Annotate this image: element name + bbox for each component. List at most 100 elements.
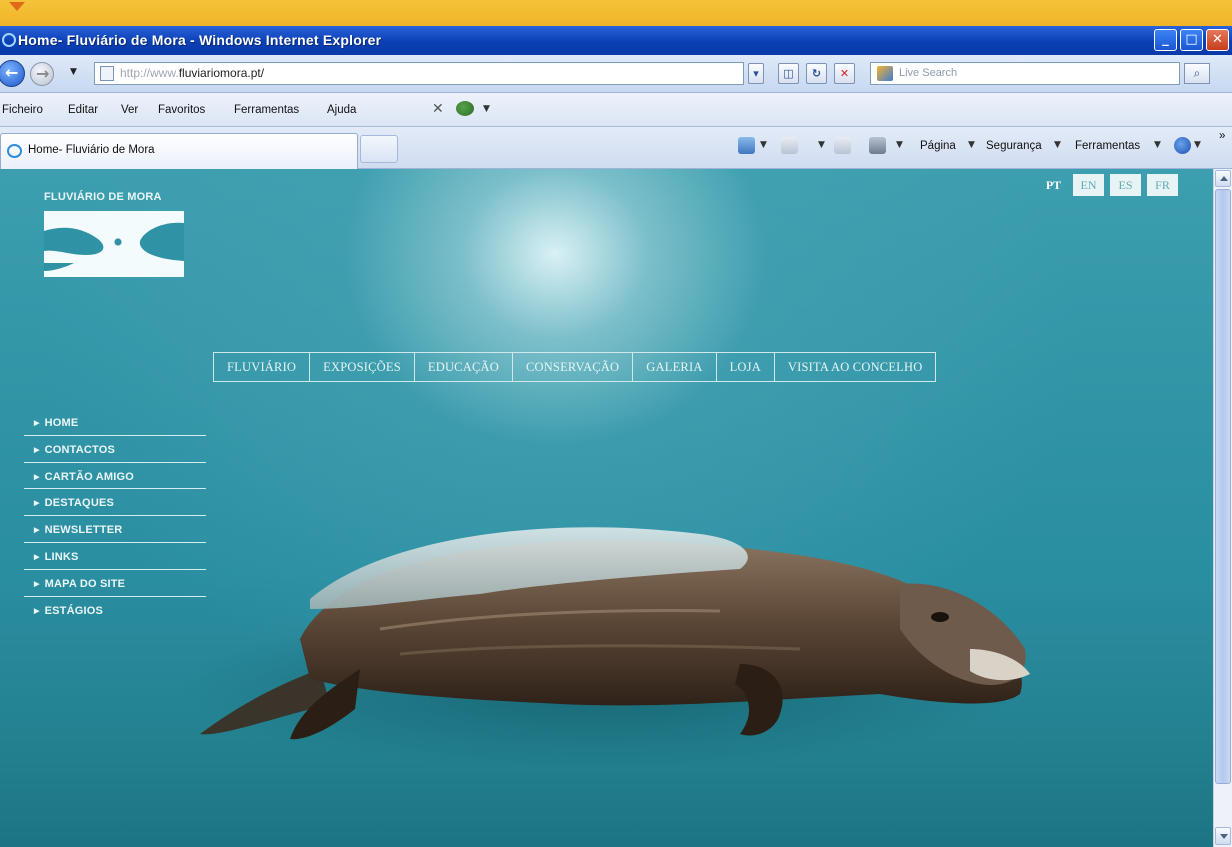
print-icon[interactable] [869, 137, 886, 154]
security-dropdown-icon[interactable]: ▼ [1054, 140, 1061, 150]
scroll-up-button[interactable] [1215, 170, 1231, 187]
side-item-label: CONTACTOS [44, 443, 116, 456]
history-dropdown-icon[interactable]: ▼ [70, 67, 77, 77]
forward-button[interactable]: → [30, 62, 54, 86]
scroll-thumb[interactable] [1215, 189, 1231, 784]
help-dropdown-icon[interactable]: ▼ [1194, 140, 1201, 150]
close-button[interactable]: ✕ [1206, 29, 1229, 51]
minimize-button[interactable]: _ [1154, 29, 1177, 51]
addon-dropdown-icon[interactable]: ▼ [483, 104, 490, 114]
vertical-scrollbar[interactable] [1213, 169, 1232, 847]
back-button[interactable]: ← [0, 60, 25, 87]
fish-otter-logo-icon[interactable] [44, 211, 184, 277]
mail-icon[interactable] [834, 137, 851, 154]
side-item-mapa-do-site[interactable]: ▶ MAPA DO SITE [24, 570, 206, 597]
nav-educacao[interactable]: EDUCAÇÃO [415, 353, 513, 381]
bullet-icon: ▶ [34, 607, 40, 615]
side-item-label: ESTÁGIOS [44, 604, 104, 617]
side-item-label: LINKS [44, 550, 79, 563]
side-item-home[interactable]: ▶ HOME [24, 409, 206, 436]
more-commands-button[interactable]: » [1219, 130, 1225, 142]
url-domain: fluviariomora.pt/ [178, 66, 265, 80]
new-tab-button[interactable] [360, 135, 398, 163]
feeds-dropdown-icon[interactable]: ▼ [818, 140, 825, 150]
bullet-icon: ▶ [34, 473, 40, 481]
addon-icon[interactable] [456, 101, 474, 116]
stop-icon[interactable]: ✕ [834, 63, 855, 84]
bullet-icon: ▶ [34, 553, 40, 561]
home-icon[interactable] [738, 137, 755, 154]
nav-loja[interactable]: LOJA [717, 353, 775, 381]
dropdown-arrow-icon[interactable] [9, 2, 25, 11]
lang-pt[interactable]: PT [1038, 174, 1069, 196]
page-dropdown-icon[interactable]: ▼ [968, 140, 975, 150]
address-input[interactable]: http://www.fluviariomora.pt/ [94, 62, 744, 85]
bullet-icon: ▶ [34, 446, 40, 454]
bullet-icon: ▶ [34, 527, 40, 535]
url-prefix: http://www. [120, 66, 179, 80]
side-item-label: DESTAQUES [44, 497, 115, 510]
side-item-links[interactable]: ▶ LINKS [24, 543, 206, 570]
lang-es[interactable]: ES [1110, 174, 1141, 196]
tab-bar: Home- Fluviário de Mora ▼ ▼ ▼ Página ▼ S… [0, 127, 1232, 169]
nav-visita-ao-concelho[interactable]: VISITA AO CONCELHO [775, 353, 936, 381]
compatibility-icon[interactable]: ◫ [778, 63, 799, 84]
close-toolbar-icon[interactable]: ✕ [432, 101, 444, 117]
nav-conservacao[interactable]: CONSERVAÇÃO [513, 353, 634, 381]
address-dropdown-icon[interactable]: ▾ [748, 63, 764, 84]
top-strip [0, 0, 1232, 26]
window-title: Home- Fluviário de Mora - Windows Intern… [18, 32, 382, 48]
home-dropdown-icon[interactable]: ▼ [760, 140, 767, 150]
menu-favoritos[interactable]: Favoritos [158, 104, 205, 116]
tab-favicon-icon [7, 144, 22, 158]
side-item-newsletter[interactable]: ▶ NEWSLETTER [24, 516, 206, 543]
search-button[interactable]: ⌕ [1184, 63, 1210, 84]
page-content: FLUVIÁRIO DE MORA PT EN ES FR FLUVIÁRIO … [0, 169, 1213, 847]
side-item-contactos[interactable]: ▶ CONTACTOS [24, 436, 206, 463]
side-item-label: HOME [44, 417, 79, 429]
search-placeholder: Live Search [899, 67, 958, 79]
help-icon[interactable] [1174, 137, 1191, 154]
bullet-icon: ▶ [34, 420, 40, 427]
menu-ajuda[interactable]: Ajuda [327, 104, 356, 116]
nav-galeria[interactable]: GALERIA [633, 353, 717, 381]
side-navigation: ▶ HOME ▶ CONTACTOS ▶ CARTÃO AMIGO ▶ DESTAQUE… [24, 409, 206, 623]
security-menu[interactable]: Segurança [986, 140, 1042, 152]
menu-ferramentas[interactable]: Ferramentas [234, 104, 299, 116]
otter-hero-image [180, 527, 1030, 769]
tab-home[interactable]: Home- Fluviário de Mora [0, 133, 358, 169]
feeds-icon[interactable] [781, 137, 798, 154]
maximize-button[interactable]: □ [1180, 29, 1203, 51]
side-item-estagios[interactable]: ▶ ESTÁGIOS [24, 597, 206, 624]
address-toolbar: ← → ▼ http://www.fluviariomora.pt/ ▾ ◫ ↻… [0, 55, 1232, 93]
page-icon [100, 66, 114, 81]
side-item-cartao-amigo[interactable]: ▶ CARTÃO AMIGO [24, 463, 206, 490]
side-item-label: MAPA DO SITE [44, 577, 126, 590]
forward-arrow-icon: → [36, 64, 50, 83]
menu-bar: Ficheiro Editar Ver Favoritos Ferramenta… [0, 93, 1232, 127]
main-navigation: FLUVIÁRIO EXPOSIÇÕES EDUCAÇÃO CONSERVAÇÃ… [213, 352, 937, 382]
side-item-label: NEWSLETTER [44, 524, 123, 537]
tools-dropdown-icon[interactable]: ▼ [1154, 140, 1161, 150]
site-logo-title[interactable]: FLUVIÁRIO DE MORA [44, 191, 162, 203]
side-item-label: CARTÃO AMIGO [44, 470, 134, 483]
back-arrow-icon: ← [5, 63, 19, 82]
refresh-icon[interactable]: ↻ [806, 63, 827, 84]
page-menu[interactable]: Página [920, 140, 956, 152]
tools-menu[interactable]: Ferramentas [1075, 140, 1140, 152]
live-search-icon [877, 66, 893, 81]
tab-label: Home- Fluviário de Mora [28, 144, 155, 156]
search-input[interactable]: Live Search [870, 62, 1180, 85]
lang-en[interactable]: EN [1073, 174, 1104, 196]
scroll-down-button[interactable] [1215, 827, 1231, 845]
lang-fr[interactable]: FR [1147, 174, 1178, 196]
url-text: http://www.fluviariomora.pt/ [120, 66, 264, 80]
menu-ver[interactable]: Ver [121, 104, 138, 116]
menu-editar[interactable]: Editar [68, 104, 98, 116]
print-dropdown-icon[interactable]: ▼ [896, 140, 903, 150]
nav-fluviario[interactable]: FLUVIÁRIO [214, 353, 311, 381]
menu-ficheiro[interactable]: Ficheiro [2, 104, 43, 116]
window-titlebar: Home- Fluviário de Mora - Windows Intern… [0, 26, 1232, 55]
nav-exposicoes[interactable]: EXPOSIÇÕES [310, 353, 415, 381]
side-item-destaques[interactable]: ▶ DESTAQUES [24, 489, 206, 517]
